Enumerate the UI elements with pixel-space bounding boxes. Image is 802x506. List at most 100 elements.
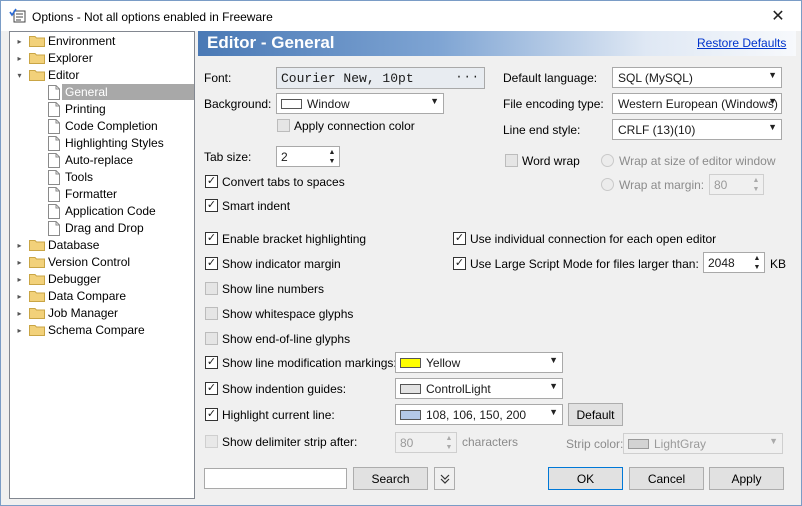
spin-arrows-icon[interactable]: ▲ ▼ xyxy=(751,176,761,194)
wrap-editor-radio[interactable] xyxy=(601,154,614,167)
tree-item[interactable]: Application Code xyxy=(10,203,194,220)
tree-item[interactable]: ▸ Environment xyxy=(10,33,194,50)
spin-arrows-icon[interactable]: ▲ ▼ xyxy=(444,434,454,452)
line-end-select[interactable]: CRLF (13)(10) ▼ xyxy=(612,119,782,140)
indent-guides-label: Show indention guides: xyxy=(222,382,347,396)
expand-icon[interactable]: ▸ xyxy=(15,241,24,250)
chevron-down-icon: ▼ xyxy=(549,381,558,391)
default-color-button[interactable]: Default xyxy=(568,403,623,426)
expand-icon[interactable]: ▸ xyxy=(15,292,24,301)
tree-item-label: Code Completion xyxy=(65,119,158,133)
large-script-spinner[interactable]: 2048 ▲ ▼ xyxy=(703,252,765,273)
indent-guides-checkbox[interactable]: ✓ xyxy=(205,382,218,395)
delimiter-strip-label: Show delimiter strip after: xyxy=(222,435,358,449)
wrap-margin-spinner[interactable]: 80 ▲ ▼ xyxy=(709,174,764,195)
individual-connection-label: Use individual connection for each open … xyxy=(470,232,717,246)
expand-down-icon[interactable] xyxy=(434,467,455,490)
wrap-margin-label: Wrap at margin: xyxy=(619,178,705,192)
file-encoding-select[interactable]: Western European (Windows) ▼ xyxy=(612,93,782,114)
highlight-line-color-select[interactable]: 108, 106, 150, 200 ▼ xyxy=(395,404,563,425)
file-encoding-label: File encoding type: xyxy=(503,97,604,111)
page-icon xyxy=(48,221,60,236)
tree-item[interactable]: Highlighting Styles xyxy=(10,135,194,152)
tree-item[interactable]: ▸ Database xyxy=(10,237,194,254)
spin-arrows-icon[interactable]: ▲ ▼ xyxy=(752,254,762,272)
line-numbers-checkbox[interactable] xyxy=(205,282,218,295)
folder-icon xyxy=(29,291,45,302)
folder-icon xyxy=(29,257,45,268)
tree-item[interactable]: ▾ Editor xyxy=(10,67,194,84)
individual-connection-checkbox[interactable]: ✓ xyxy=(453,232,466,245)
options-tree[interactable]: ▸ Environment ▸ Explorer ▾ Editor General Print… xyxy=(9,31,195,499)
tree-item[interactable]: ▸ Data Compare xyxy=(10,288,194,305)
delimiter-strip-spinner[interactable]: 80 ▲ ▼ xyxy=(395,432,457,453)
font-browse-button[interactable]: ··· xyxy=(455,70,480,84)
search-input[interactable] xyxy=(204,468,347,489)
folder-icon xyxy=(29,53,45,64)
whitespace-checkbox[interactable] xyxy=(205,307,218,320)
line-mod-checkbox[interactable]: ✓ xyxy=(205,356,218,369)
tree-item-label: Highlighting Styles xyxy=(65,136,164,150)
double-chevron-down-icon xyxy=(440,474,449,484)
smart-indent-checkbox[interactable]: ✓ xyxy=(205,199,218,212)
title-bar: Options - Not all options enabled in Fre… xyxy=(1,1,801,31)
delimiter-strip-value: 80 xyxy=(400,436,414,450)
expand-icon[interactable]: ▸ xyxy=(15,37,24,46)
line-mod-color-select[interactable]: Yellow ▼ xyxy=(395,352,563,373)
indent-guides-color-select[interactable]: ControlLight ▼ xyxy=(395,378,563,399)
wrap-margin-radio[interactable] xyxy=(601,178,614,191)
wrap-margin-value: 80 xyxy=(714,178,728,192)
folder-icon xyxy=(29,70,45,81)
options-app-icon xyxy=(9,8,26,23)
tab-size-spinner[interactable]: 2 ▲ ▼ xyxy=(276,146,340,167)
tree-item[interactable]: ▸ Job Manager xyxy=(10,305,194,322)
font-value: Courier New, 10pt xyxy=(281,71,414,86)
tree-item[interactable]: ▸ Debugger xyxy=(10,271,194,288)
ok-button[interactable]: OK xyxy=(548,467,623,490)
word-wrap-checkbox[interactable] xyxy=(505,154,518,167)
large-script-checkbox[interactable]: ✓ xyxy=(453,257,466,270)
indicator-margin-checkbox[interactable]: ✓ xyxy=(205,257,218,270)
chevron-down-icon: ▼ xyxy=(768,70,777,80)
convert-tabs-checkbox[interactable]: ✓ xyxy=(205,175,218,188)
tree-item[interactable]: Tools xyxy=(10,169,194,186)
tree-item[interactable]: ▸ Version Control xyxy=(10,254,194,271)
tree-item[interactable]: Drag and Drop xyxy=(10,220,194,237)
collapse-icon[interactable]: ▾ xyxy=(15,71,24,80)
bracket-highlight-checkbox[interactable]: ✓ xyxy=(205,232,218,245)
expand-icon[interactable]: ▸ xyxy=(15,54,24,63)
font-field[interactable]: Courier New, 10pt ··· xyxy=(276,67,485,89)
apply-connection-color-checkbox[interactable] xyxy=(277,119,290,132)
cancel-button[interactable]: Cancel xyxy=(629,467,704,490)
apply-button[interactable]: Apply xyxy=(709,467,784,490)
expand-icon[interactable]: ▸ xyxy=(15,309,24,318)
expand-icon[interactable]: ▸ xyxy=(15,326,24,335)
file-encoding-value: Western European (Windows) xyxy=(618,97,778,111)
delimiter-strip-checkbox[interactable] xyxy=(205,435,218,448)
tree-item[interactable]: Printing xyxy=(10,101,194,118)
close-icon[interactable]: ✕ xyxy=(755,2,801,30)
font-label: Font: xyxy=(204,71,232,85)
default-language-select[interactable]: SQL (MySQL) ▼ xyxy=(612,67,782,88)
search-button[interactable]: Search xyxy=(353,467,428,490)
folder-icon xyxy=(29,36,45,47)
spin-arrows-icon[interactable]: ▲ ▼ xyxy=(327,148,337,166)
tree-item[interactable]: Formatter xyxy=(10,186,194,203)
highlight-line-checkbox[interactable]: ✓ xyxy=(205,408,218,421)
tree-item[interactable]: ▸ Explorer xyxy=(10,50,194,67)
tree-item[interactable]: ▸ Schema Compare xyxy=(10,322,194,339)
background-select[interactable]: Window ▼ xyxy=(276,93,444,114)
tree-item-label: General xyxy=(62,84,194,100)
strip-color-select[interactable]: LightGray ▼ xyxy=(623,433,783,454)
tree-item[interactable]: General xyxy=(10,84,194,101)
expand-icon[interactable]: ▸ xyxy=(15,258,24,267)
page-icon xyxy=(48,119,60,134)
tree-item-label: Environment xyxy=(48,34,116,48)
page-icon xyxy=(48,102,60,117)
eol-glyphs-checkbox[interactable] xyxy=(205,332,218,345)
tree-item[interactable]: Code Completion xyxy=(10,118,194,135)
restore-defaults-link[interactable]: Restore Defaults xyxy=(697,36,786,50)
line-mod-label: Show line modification markings: xyxy=(222,356,397,370)
tree-item[interactable]: Auto-replace xyxy=(10,152,194,169)
expand-icon[interactable]: ▸ xyxy=(15,275,24,284)
